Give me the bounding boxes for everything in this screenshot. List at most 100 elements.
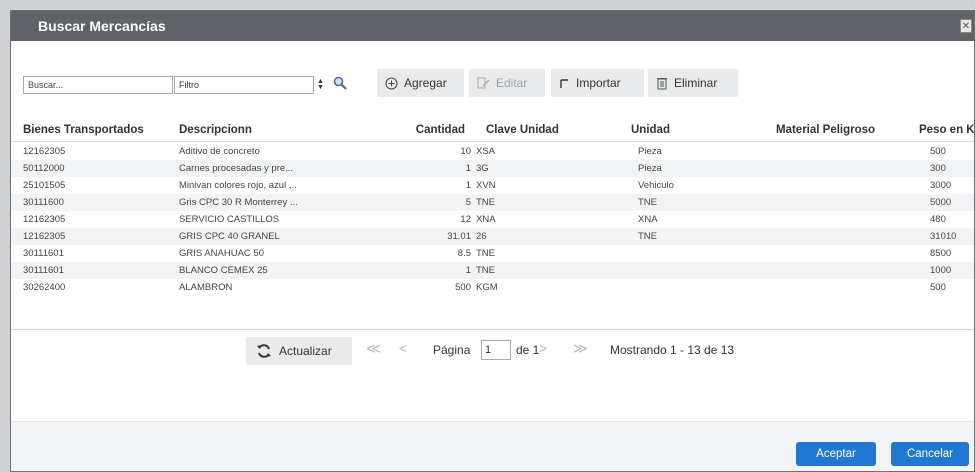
refresh-icon (257, 344, 271, 358)
table-row[interactable]: 50112000 Carnes procesadas y pre... 1 3G… (11, 160, 974, 177)
table-row[interactable]: 30111600 Gris CPC 30 R Monterrey ... 5 T… (11, 194, 974, 211)
cell-bienes: 12162305 (23, 214, 66, 225)
delete-button-label: Eliminar (674, 76, 718, 90)
cell-unidad: Pieza (638, 163, 662, 174)
cell-clave-unidad: 3G (476, 163, 489, 174)
table-row[interactable]: 30111601 GRIS ANAHUAC 50 8.5 TNE 8500 (11, 245, 974, 262)
table-row[interactable]: 25101505 Minivan colores rojo, azul ... … (11, 177, 974, 194)
cell-peso: 500 (930, 146, 946, 157)
table-row[interactable]: 12162305 GRIS CPC 40 GRANEL 31.01 26 TNE… (11, 228, 974, 245)
cell-clave-unidad: XSA (476, 146, 496, 157)
cell-descripcion: SERVICIO CASTILLOS (179, 214, 280, 225)
dialog-titlebar[interactable]: Buscar Mercancías ✕ (11, 11, 974, 41)
cell-bienes: 25101505 (23, 180, 66, 191)
table-row[interactable]: 12162305 SERVICIO CASTILLOS 12 XNA XNA 4… (11, 211, 974, 228)
column-header-descripcion[interactable]: Descripcionn (179, 119, 252, 141)
cell-clave-unidad: XNA (476, 214, 496, 225)
prev-page-icon[interactable]: < (399, 340, 407, 356)
filter-input[interactable] (174, 76, 314, 94)
column-header-clave-unidad[interactable]: Clave Unidad (486, 119, 559, 141)
cell-clave-unidad: TNE (476, 248, 495, 259)
import-button-label: Importar (576, 76, 621, 90)
cell-bienes: 12162305 (23, 231, 66, 242)
cancel-button[interactable]: Cancelar (891, 442, 969, 466)
plus-circle-icon (385, 77, 398, 89)
cell-descripcion: Carnes procesadas y pre... (179, 163, 294, 174)
cell-bienes: 30111600 (23, 197, 64, 208)
toolbar: ▲▼ Agregar Editar Importar (11, 66, 974, 102)
cell-clave-unidad: KGM (476, 282, 498, 293)
cell-descripcion: GRIS ANAHUAC 50 (179, 248, 264, 259)
accept-button[interactable]: Aceptar (796, 442, 876, 466)
cell-clave-unidad: XVN (476, 180, 496, 191)
cell-unidad: TNE (638, 197, 657, 208)
next-page-icon[interactable]: > (539, 340, 547, 356)
cell-cantidad: 5 (465, 197, 471, 208)
last-page-icon[interactable]: ≫ (573, 340, 588, 357)
cell-unidad: Vehiculo (638, 180, 674, 191)
buscar-mercancias-dialog: Buscar Mercancías ✕ ▲▼ Agregar Editar (10, 10, 975, 472)
edit-icon (477, 77, 490, 88)
page-number-input[interactable] (481, 340, 511, 360)
import-button[interactable]: Importar (551, 69, 644, 97)
column-header-unidad[interactable]: Unidad (631, 119, 670, 141)
cell-bienes: 50112000 (23, 163, 65, 174)
cell-bienes: 30111601 (23, 248, 64, 259)
table-row[interactable]: 30262400 ALAMBRON 500 KGM 500 (11, 279, 974, 296)
cell-cantidad: 1 (465, 163, 471, 174)
table-row[interactable]: 30111601 BLANCO CEMEX 25 1 TNE 1000 (11, 262, 974, 279)
filter-spinner-icon[interactable]: ▲ ▼ (317, 78, 324, 91)
search-icon[interactable] (333, 76, 347, 90)
cell-clave-unidad: 26 (476, 231, 487, 242)
delete-button[interactable]: Eliminar (648, 69, 738, 97)
cell-descripcion: Minivan colores rojo, azul ... (179, 180, 297, 191)
cell-cantidad: 500 (455, 282, 471, 293)
column-header-peso[interactable]: Peso en K (919, 119, 974, 141)
cell-cantidad: 10 (460, 146, 471, 157)
page-total-label: de 1 (516, 343, 540, 357)
first-page-icon[interactable]: ≪ (366, 340, 381, 357)
cell-peso: 1000 (930, 265, 952, 276)
refresh-button[interactable]: Actualizar (246, 337, 352, 365)
cell-descripcion: BLANCO CEMEX 25 (179, 265, 268, 276)
header-divider (11, 141, 974, 142)
cell-clave-unidad: TNE (476, 197, 495, 208)
cell-descripcion: GRIS CPC 40 GRANEL (179, 231, 280, 242)
search-input[interactable] (23, 76, 173, 94)
cell-bienes: 30262400 (23, 282, 66, 293)
close-icon[interactable]: ✕ (960, 19, 972, 33)
column-header-bienes[interactable]: Bienes Transportados (23, 119, 144, 141)
cell-descripcion: Aditivo de concreto (179, 146, 260, 157)
add-button[interactable]: Agregar (377, 69, 464, 97)
cell-descripcion: Gris CPC 30 R Monterrey ... (179, 197, 298, 208)
cell-clave-unidad: TNE (476, 265, 495, 276)
cell-bienes: 30111601 (23, 265, 64, 276)
cell-unidad: TNE (638, 231, 657, 242)
dialog-title: Buscar Mercancías (38, 18, 166, 34)
cell-unidad: XNA (638, 214, 658, 225)
cell-peso: 300 (930, 163, 946, 174)
table-bottom-divider (11, 329, 974, 330)
cell-cantidad: 31.01 (447, 231, 471, 242)
cell-cantidad: 12 (460, 214, 471, 225)
merchandise-table: Bienes Transportados Descripcionn Cantid… (11, 119, 974, 329)
refresh-button-label: Actualizar (279, 344, 332, 358)
cell-cantidad: 1 (465, 265, 471, 276)
cell-peso: 5000 (930, 197, 952, 208)
edit-button[interactable]: Editar (469, 69, 545, 97)
cell-cantidad: 8.5 (457, 248, 471, 259)
import-icon (560, 78, 568, 88)
cell-descripcion: ALAMBRON (179, 282, 233, 293)
paging-status: Mostrando 1 - 13 de 13 (610, 343, 735, 357)
add-button-label: Agregar (404, 76, 447, 90)
cell-unidad: Pieza (638, 146, 662, 157)
trash-icon (657, 78, 667, 90)
column-header-material-peligroso[interactable]: Material Peligroso (776, 119, 875, 141)
cell-peso: 3000 (930, 180, 952, 191)
cell-cantidad: 1 (465, 180, 471, 191)
cell-peso: 8500 (930, 248, 952, 259)
pagination-bar: Actualizar ≪ < Página de 1 > ≫ Mostrando… (11, 337, 974, 367)
column-header-cantidad[interactable]: Cantidad (399, 119, 465, 141)
cell-peso: 480 (930, 214, 946, 225)
table-row[interactable]: 12162305 Aditivo de concreto 10 XSA Piez… (11, 143, 974, 160)
